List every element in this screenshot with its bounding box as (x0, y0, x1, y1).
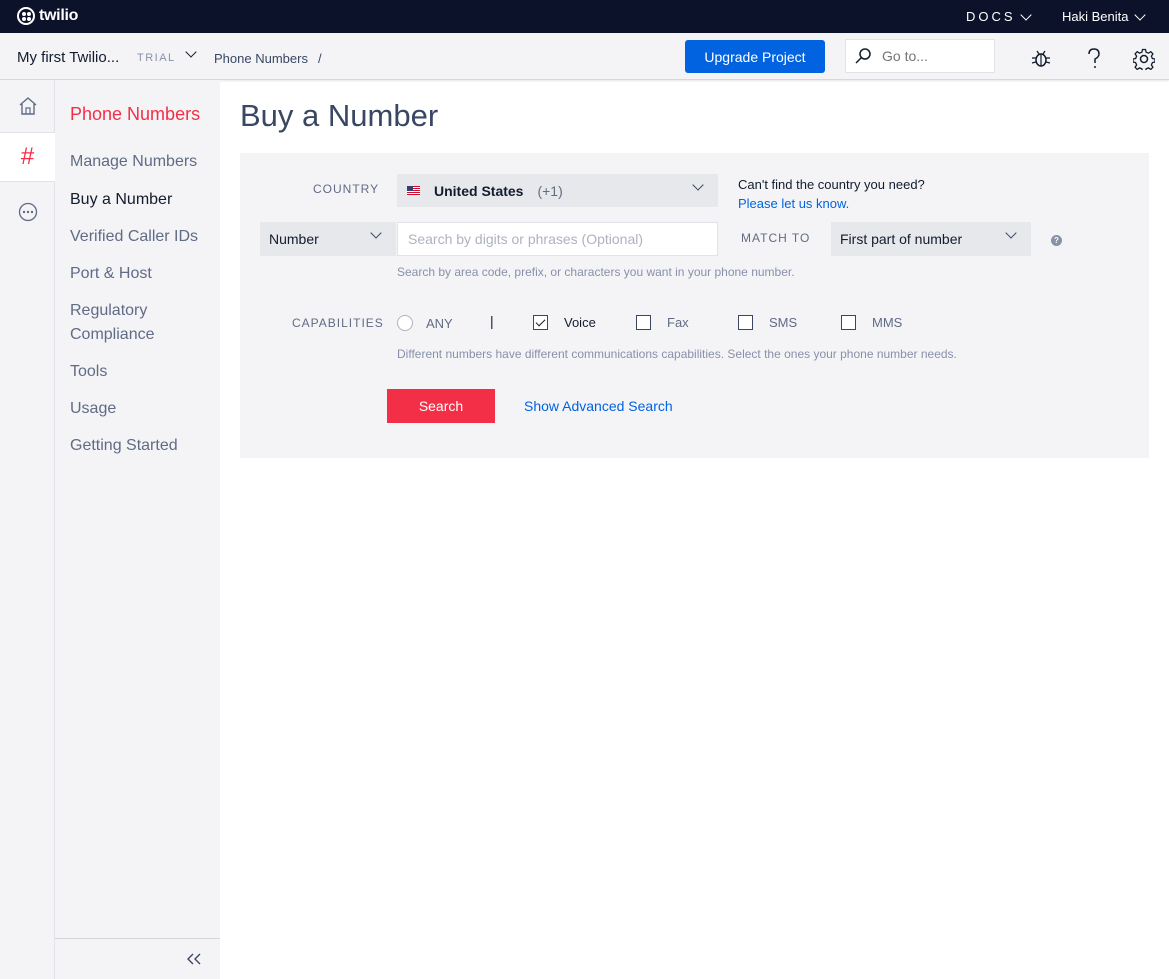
capability-mms[interactable]: MMS (841, 315, 902, 330)
capability-any[interactable]: ANY (397, 315, 453, 331)
match-to-label: MATCH TO (741, 231, 811, 245)
docs-label: DOCS (966, 9, 1016, 24)
top-nav-bar: twilio DOCS Haki Benita (0, 0, 1169, 33)
double-chevron-left-icon (187, 953, 201, 965)
capability-any-label: ANY (426, 315, 453, 331)
breadcrumb-separator: / (317, 51, 322, 66)
search-button[interactable]: Search (387, 389, 495, 423)
more-icon (18, 202, 37, 222)
sidebar-item-verified-caller-ids[interactable]: Verified Caller IDs (70, 225, 215, 249)
sidebar-item-manage-numbers[interactable]: Manage Numbers (70, 150, 215, 174)
sms-checkbox[interactable] (738, 315, 753, 330)
country-name: United States (434, 182, 524, 199)
sidebar-item-usage[interactable]: Usage (70, 397, 215, 421)
sidebar-item-port-host[interactable]: Port & Host (70, 262, 215, 286)
project-bar: My first Twilio... TRIAL Phone Numbers / … (0, 33, 1169, 80)
capability-sms-label: SMS (769, 315, 798, 330)
country-code: (+1) (537, 182, 563, 199)
sidebar-item-getting-started[interactable]: Getting Started (70, 434, 215, 458)
buy-number-form: COUNTRY United States (+1) Can't find th… (240, 153, 1149, 458)
capability-mms-label: MMS (872, 315, 903, 330)
us-flag-icon (407, 186, 420, 195)
page-title: Buy a Number (240, 98, 439, 133)
sidebar-item-regulatory-compliance[interactable]: Regulatory Compliance (70, 299, 215, 347)
collapse-sidebar-button[interactable] (55, 938, 220, 979)
let-us-know-link[interactable]: Please let us know. (738, 194, 925, 213)
twilio-logo[interactable]: twilio (17, 7, 78, 25)
user-name: Haki Benita (1062, 9, 1129, 24)
sidebar-title[interactable]: Phone Numbers (70, 104, 200, 125)
breadcrumb: Phone Numbers / (214, 51, 322, 66)
number-search-placeholder: Search by digits or phrases (Optional) (408, 231, 643, 247)
match-to-select[interactable]: First part of number (831, 222, 1031, 256)
capability-sms[interactable]: SMS (738, 315, 797, 330)
country-select[interactable]: United States (+1) (397, 174, 718, 207)
help-circle-icon[interactable]: ? (1051, 235, 1062, 246)
docs-menu[interactable]: DOCS (966, 8, 1032, 24)
section-sidebar: Phone Numbers Manage Numbers Buy a Numbe… (55, 80, 220, 979)
cant-find-text: Can't find the country you need? (738, 177, 925, 192)
user-menu[interactable]: Haki Benita (1062, 8, 1147, 24)
any-radio[interactable] (397, 315, 413, 331)
capability-voice[interactable]: Voice (533, 315, 596, 330)
home-icon (19, 97, 36, 115)
gear-icon[interactable] (1133, 48, 1155, 70)
chevron-down-icon (1005, 227, 1017, 239)
capabilities-label: CAPABILITIES (292, 316, 384, 330)
rail-phone-numbers[interactable]: # (0, 132, 55, 182)
hash-icon: # (20, 143, 35, 170)
capabilities-hint: Different numbers have different communi… (397, 347, 957, 361)
left-rail: # (0, 80, 55, 979)
mms-checkbox[interactable] (841, 315, 856, 330)
twilio-logo-icon (17, 7, 35, 25)
capability-separator: | (490, 313, 494, 329)
sidebar-item-tools[interactable]: Tools (70, 360, 215, 384)
rail-home[interactable] (0, 81, 55, 131)
number-search-input[interactable]: Search by digits or phrases (Optional) (397, 222, 718, 256)
fax-checkbox[interactable] (636, 315, 651, 330)
chevron-down-icon (692, 179, 704, 191)
capability-fax-label: Fax (667, 315, 689, 330)
search-type-value: Number (269, 231, 319, 247)
capability-fax[interactable]: Fax (636, 315, 689, 330)
goto-input[interactable] (882, 48, 992, 64)
help-icon[interactable] (1086, 48, 1102, 70)
chevron-down-icon (370, 227, 382, 239)
match-to-value: First part of number (840, 231, 963, 247)
search-type-select[interactable]: Number (260, 222, 396, 256)
bug-icon[interactable] (1031, 48, 1051, 70)
capability-voice-label: Voice (564, 315, 596, 330)
rail-more[interactable] (0, 187, 55, 237)
country-label: COUNTRY (313, 182, 380, 196)
chevron-down-icon (1134, 8, 1147, 21)
project-chevron-down-icon[interactable] (185, 46, 197, 58)
project-name[interactable]: My first Twilio... (17, 49, 119, 66)
trial-badge: TRIAL (137, 52, 176, 64)
search-hint: Search by area code, prefix, or characte… (397, 265, 795, 279)
goto-search[interactable] (845, 39, 995, 73)
cant-find-country: Can't find the country you need? Please … (738, 175, 925, 213)
chevron-down-icon (1019, 8, 1032, 21)
upgrade-project-button[interactable]: Upgrade Project (685, 40, 825, 73)
sidebar-item-buy-a-number[interactable]: Buy a Number (70, 188, 215, 212)
show-advanced-search-link[interactable]: Show Advanced Search (524, 398, 673, 414)
voice-checkbox[interactable] (533, 315, 548, 330)
search-icon (855, 48, 871, 64)
logo-text: twilio (39, 7, 79, 24)
breadcrumb-phone-numbers[interactable]: Phone Numbers (214, 51, 308, 66)
